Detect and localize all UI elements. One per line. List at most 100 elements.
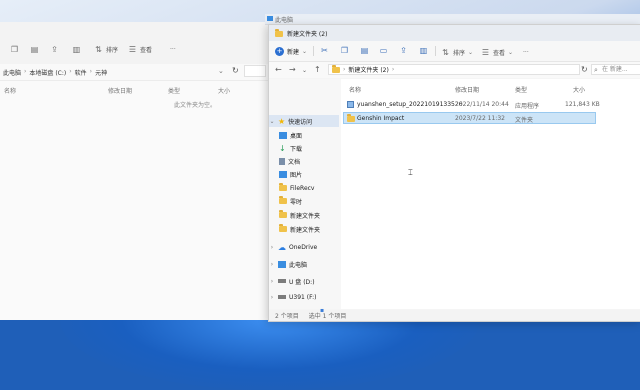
trash-icon[interactable]: ▥ [419,46,428,55]
sidebar-item-label: 下载 [290,145,303,153]
folder-icon [279,196,287,204]
address-path[interactable]: 新建文件夹 (2) [348,65,388,74]
folder-icon [279,183,287,191]
title-bar[interactable]: 新建文件夹 (2) [269,25,640,41]
view-button[interactable]: ☰ 查看 [128,42,152,56]
cloud-icon: ☁ [278,242,286,252]
sidebar-item-u391-f[interactable]: › U391 (F:) [269,291,339,303]
cut-icon[interactable]: ✂ [320,46,329,55]
sidebar-item-this-pc[interactable]: › 此电脑 [269,258,339,270]
expand-chevron-icon[interactable]: › [269,278,275,285]
download-icon: ↓ [279,143,286,153]
column-date[interactable]: 修改日期 [108,86,132,95]
column-name[interactable]: 名称 [349,85,361,94]
more-button[interactable]: ··· [523,45,529,59]
sidebar-item-label: FileRecv [290,184,315,192]
desktop-icon [279,131,287,139]
sidebar-item-pictures[interactable]: 图片 ⚲ [269,168,349,180]
dropdown-chevron-icon[interactable]: ⌄ [218,67,224,75]
breadcrumb-item[interactable]: 元神 [95,68,107,77]
sidebar-item-downloads[interactable]: ↓ 下载 ⚲ [269,142,349,154]
sidebar-item-label: U 盘 (D:) [289,278,315,286]
sidebar-item-desktop[interactable]: 桌面 ⚲ [269,129,349,141]
breadcrumb-item[interactable]: 此电脑 [3,68,21,77]
status-bar: 2 个项目 选中 1 个项目 [269,310,640,321]
copy-icon[interactable]: ❐ [340,46,349,55]
address-row: ← → ⌄ ↑ › 新建文件夹 (2) › ↻ ⌕ 在 新建... [269,62,640,78]
sidebar-item-usb-d[interactable]: › U 盘 (D:) [269,275,339,287]
table-row-selected[interactable]: Genshin Impact 2023/7/22 11:32 文件夹 [343,112,596,124]
expand-chevron-icon[interactable]: › [269,261,275,268]
expand-chevron-icon[interactable]: › [269,244,275,251]
breadcrumb-item[interactable]: 软件 [75,68,87,77]
sidebar-item-temp[interactable]: 零时 [269,195,349,207]
sidebar-item-filerecv[interactable]: FileRecv [269,182,349,194]
file-name: Genshin Impact [357,115,405,122]
back-search-input[interactable] [244,65,266,77]
copy-button[interactable]: ❐ [10,42,19,56]
sidebar-item-new-folder[interactable]: 新建文件夹 [269,209,349,221]
sidebar-item-quick-access[interactable]: ⌄ ★ 快速访问 [269,115,339,127]
column-name[interactable]: 名称 [4,86,16,95]
refresh-icon[interactable]: ↻ [581,65,588,74]
copy-icon: ❐ [10,44,19,54]
share-button[interactable]: ⇪ [50,42,59,56]
navigation-pane: ⌄ ★ 快速访问 桌面 ⚲ ↓ 下载 ⚲ 文档 ⚲ 图片 ⚲ FileRecv [269,79,345,309]
sort-button[interactable]: ⇅ 排序 [94,42,118,56]
column-date[interactable]: 修改日期 [455,85,479,94]
trash-icon: ▥ [72,44,81,54]
rename-icon[interactable]: ▭ [379,46,388,55]
sort-label: 排序 [106,46,119,54]
item-count: 2 个项目 [275,313,299,320]
view-label: 查看 [140,46,153,54]
back-explorer-window[interactable]: ❐ ▤ ⇪ ▥ ⇅ 排序 ☰ 查看 ··· 此电脑 › 本地磁盘 (C:) › 软件 › … [0,22,269,320]
sidebar-item-label: 此电脑 [289,261,308,269]
new-label: 新建 [287,48,300,56]
sidebar-item-label: 新建文件夹 [290,212,321,220]
expand-chevron-icon[interactable]: › [269,294,275,301]
breadcrumb-item[interactable]: 本地磁盘 (C:) [29,68,66,77]
more-label: ··· [523,48,529,56]
share-icon[interactable]: ⇪ [399,46,408,55]
column-type[interactable]: 类型 [168,86,180,95]
sidebar-item-label: U391 (F:) [289,293,317,301]
table-row[interactable]: yuanshen_setup_20221019133526 2022/11/14… [343,99,600,111]
up-arrow-icon[interactable]: ↑ [314,66,321,74]
sidebar-item-new-folder-2[interactable]: 新建文件夹 [269,223,349,235]
folder-icon [332,64,340,73]
mouse-cursor-icon: ⌶ [408,168,413,177]
toolbar-divider [435,46,436,56]
sidebar-item-label: 文档 [288,158,301,166]
drive-icon [278,295,286,299]
sidebar-item-onedrive[interactable]: › ☁ OneDrive [269,241,339,253]
sidebar-item-label: 新建文件夹 [290,226,321,234]
forward-arrow-icon[interactable]: → [289,66,296,74]
more-label: ··· [170,45,176,53]
recent-chevron-icon[interactable]: ⌄ [302,67,307,75]
search-input[interactable]: ⌕ 在 新建... [591,64,640,75]
column-size[interactable]: 大小 [573,85,585,94]
column-size[interactable]: 大小 [218,86,230,95]
more-button[interactable]: ··· [170,42,176,56]
back-arrow-icon[interactable]: ← [275,66,282,74]
view-button[interactable]: ☰ 查看 ⌄ [481,45,513,59]
sidebar-item-documents[interactable]: 文档 ⚲ [269,155,349,167]
explorer-window[interactable]: 新建文件夹 (2) + 新建 ⌄ ✂ ❐ ▤ ▭ ⇪ ▥ ⇅ 排序 ⌄ ☰ 查看 ⌄ ·… [268,24,640,322]
sort-button[interactable]: ⇅ 排序 ⌄ [441,45,473,59]
search-icon: ⌕ [594,66,598,74]
command-bar: + 新建 ⌄ ✂ ❐ ▤ ▭ ⇪ ▥ ⇅ 排序 ⌄ ☰ 查看 ⌄ ··· [269,41,640,62]
file-list: 名称 修改日期 类型 大小 yuanshen_setup_20221019133… [341,79,640,309]
drag-indicator-icon: ▪ [320,307,325,314]
paste-icon[interactable]: ▤ [360,46,369,55]
expand-chevron-icon[interactable]: ⌄ [269,118,275,125]
address-bar[interactable]: › 新建文件夹 (2) › [328,64,580,75]
paste-button[interactable]: ▤ [30,42,39,56]
empty-folder-message: 此文件夹为空。 [174,102,217,109]
new-button[interactable]: + 新建 ⌄ [275,45,307,57]
back-address-bar[interactable]: 此电脑 › 本地磁盘 (C:) › 软件 › 元神 ⌄ ↻ [0,64,268,81]
window-tab[interactable]: 新建文件夹 (2) [275,28,327,38]
refresh-icon[interactable]: ↻ [232,66,239,75]
column-type[interactable]: 类型 [515,85,527,94]
plus-icon: + [275,46,284,56]
delete-button[interactable]: ▥ [72,42,81,56]
